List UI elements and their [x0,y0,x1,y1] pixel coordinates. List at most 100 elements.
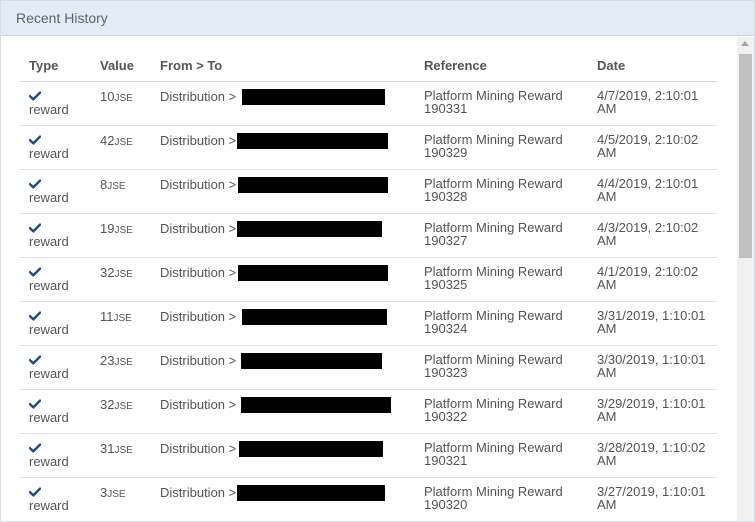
redacted-recipient [242,309,387,325]
value-unit: JSE [114,137,133,148]
value-amount: 19 [100,221,115,236]
checkmark-icon [29,135,41,145]
date-cell: 3/29/2019, 1:10:01 AM [597,396,706,424]
value-cell: 32JSE [100,265,133,280]
value-cell: 11JSE [100,309,132,324]
table-row: reward 32JSE Distribution > Platform Mining… [20,258,717,302]
redacted-recipient [237,221,382,237]
redacted-recipient [237,485,385,501]
value-unit: JSE [114,269,133,280]
date-cell: 3/27/2019, 1:10:01 AM [597,484,706,512]
value-amount: 31 [100,441,115,456]
value-amount: 23 [100,353,115,368]
type-label: reward [29,498,69,513]
value-unit: JSE [114,357,133,368]
reference-cell: Platform Mining Reward 190328 [424,176,563,204]
reference-cell: Platform Mining Reward 190321 [424,440,563,468]
type-label: reward [29,454,69,469]
from-label: Distribution > [160,177,237,192]
date-cell: 3/28/2019, 1:10:02 AM [597,440,706,468]
value-unit: JSE [114,225,133,236]
reference-cell: Platform Mining Reward 190327 [424,220,563,248]
panel-title: Recent History [16,10,108,26]
value-amount: 32 [100,265,115,280]
value-unit: JSE [113,313,132,324]
checkmark-icon [29,487,41,497]
date-cell: 4/4/2019, 2:10:01 AM [597,176,699,204]
scroll-up-arrow-icon[interactable] [741,41,749,46]
reference-cell: Platform Mining Reward 190325 [424,264,563,292]
value-unit: JSE [114,93,133,104]
table-row: reward 31JSE Distribution > Platform Mining… [20,434,717,478]
value-cell: 42JSE [100,133,133,148]
checkmark-icon [29,179,41,189]
value-unit: JSE [114,401,133,412]
value-cell: 3JSE [100,485,126,500]
value-amount: 10 [100,89,115,104]
value-cell: 10JSE [100,89,133,104]
table-row: reward 32JSE Distribution > Platform Mining… [20,390,717,434]
type-label: reward [29,190,69,205]
type-label: reward [29,102,69,117]
panel-header: Recent History [1,1,754,36]
checkmark-icon [29,267,41,277]
value-cell: 19JSE [100,221,133,236]
table-row: reward 8JSE Distribution > Platform Mining … [20,170,717,214]
reference-cell: Platform Mining Reward 190320 [424,484,563,512]
column-header-from-to: From > To [160,58,223,73]
type-label: reward [29,234,69,249]
checkmark-icon [29,91,41,101]
checkmark-icon [29,399,41,409]
date-cell: 4/5/2019, 2:10:02 AM [597,132,699,160]
column-header-type: Type [29,58,59,73]
from-label: Distribution > [160,265,237,280]
value-amount: 11 [100,309,114,324]
from-label: Distribution > [160,133,237,148]
column-header-value: Value [100,58,134,73]
date-cell: 3/31/2019, 1:10:01 AM [597,308,706,336]
value-cell: 23JSE [100,353,133,368]
from-label: Distribution > [160,221,237,236]
table-row: reward 3JSE Distribution > Platform Mining … [20,478,717,521]
vertical-scrollbar[interactable] [737,37,754,521]
date-cell: 4/3/2019, 2:10:02 AM [597,220,699,248]
recent-history-panel: Recent History Type Value From > To Refe… [0,0,755,522]
checkmark-icon [29,223,41,233]
from-label: Distribution > [160,485,237,500]
redacted-recipient [238,177,388,193]
from-label: Distribution > [160,309,237,324]
type-label: reward [29,366,69,381]
table-row: reward 10JSE Distribution > Platform Mining… [20,82,717,126]
redacted-recipient [242,89,385,105]
checkmark-icon [29,311,41,321]
reference-cell: Platform Mining Reward 190323 [424,352,563,380]
value-cell: 32JSE [100,397,133,412]
value-amount: 32 [100,397,115,412]
table-row: reward 19JSE Distribution > Platform Mining… [20,214,717,258]
from-label: Distribution > [160,397,237,412]
from-label: Distribution > [160,441,237,456]
type-label: reward [29,322,69,337]
from-label: Distribution > [160,89,237,104]
scrollbar-thumb[interactable] [739,54,752,258]
reference-cell: Platform Mining Reward 190324 [424,308,563,336]
redacted-recipient [237,133,388,149]
redacted-recipient [239,441,383,457]
reference-cell: Platform Mining Reward 190329 [424,132,563,160]
date-cell: 3/30/2019, 1:10:01 AM [597,352,706,380]
table-row: reward 42JSE Distribution > Platform Mining… [20,126,717,170]
value-amount: 42 [100,133,115,148]
checkmark-icon [29,443,41,453]
checkmark-icon [29,355,41,365]
type-label: reward [29,146,69,161]
redacted-recipient [238,265,388,281]
value-cell: 31JSE [100,441,133,456]
type-label: reward [29,410,69,425]
date-cell: 4/7/2019, 2:10:01 AM [597,88,699,116]
column-header-reference: Reference [424,58,487,73]
redacted-recipient [241,353,382,369]
value-unit: JSE [107,489,126,500]
type-label: reward [29,278,69,293]
column-header-date: Date [597,58,626,73]
from-label: Distribution > [160,353,237,368]
